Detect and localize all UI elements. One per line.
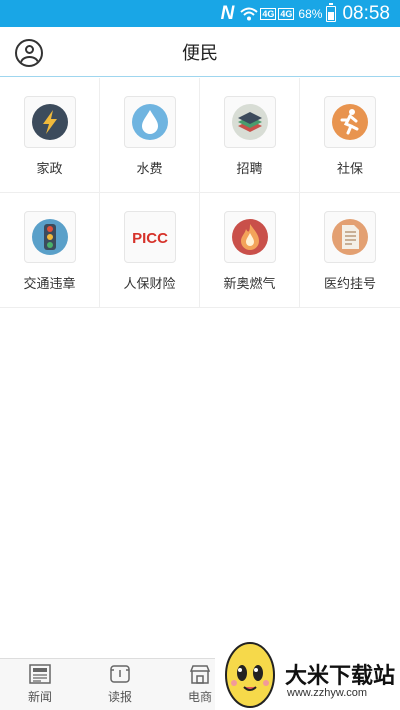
service-label: 人保财险	[123, 277, 176, 292]
service-icon-box	[223, 96, 276, 148]
flame-icon	[231, 219, 268, 255]
service-housekeeping[interactable]: 家政	[0, 78, 100, 193]
user-icon[interactable]	[15, 39, 43, 67]
status-bar: N 4G 4G 68% 08:58	[0, 0, 400, 27]
service-icon-box	[123, 96, 176, 148]
service-gas[interactable]: 新奥燃气	[200, 193, 300, 308]
service-icon-box	[23, 211, 76, 263]
service-label: 社保	[336, 162, 363, 177]
tab-reader[interactable]: 读报	[80, 659, 160, 710]
service-picc-insurance[interactable]: PICC 人保财险	[100, 193, 200, 308]
water-drop-icon	[131, 104, 168, 140]
watermark-text: 大米下载站	[285, 664, 396, 689]
service-label: 交通违章	[23, 277, 76, 292]
service-icon-box	[23, 96, 76, 148]
wifi-icon	[240, 7, 259, 21]
service-label: 医约挂号	[323, 277, 376, 292]
signal-2-icon: 4G	[278, 7, 295, 20]
document-icon	[332, 219, 368, 255]
service-grid: 家政 水费 招聘 社保 交通违章 PICC 人保财险 新奥燃气 医约挂号	[0, 78, 400, 308]
tab-news[interactable]: 新闻	[0, 659, 80, 710]
watermark-url: www.zzhyw.com	[287, 687, 368, 699]
battery-percent: 68%	[298, 6, 323, 21]
traffic-light-icon	[31, 219, 68, 255]
service-label: 新奥燃气	[223, 277, 276, 292]
header: 便民	[0, 27, 400, 77]
service-recruitment[interactable]: 招聘	[200, 78, 300, 193]
service-hospital-appointment[interactable]: 医约挂号	[300, 193, 400, 308]
store-icon	[189, 665, 211, 684]
service-traffic-violation[interactable]: 交通违章	[0, 193, 100, 308]
picc-logo-text: PICC	[132, 230, 168, 247]
tab-label: 新闻	[27, 690, 52, 704]
stack-layers-icon	[231, 104, 268, 140]
service-icon-box: PICC	[123, 211, 176, 263]
running-person-icon	[332, 104, 368, 140]
service-label: 家政	[36, 162, 63, 177]
reader-icon	[110, 665, 130, 683]
picc-logo-icon: PICC	[132, 230, 168, 247]
signal-1-icon: 4G	[260, 7, 277, 20]
newspaper-icon	[29, 664, 51, 684]
watermark: 大米下载站 www.zzhyw.com	[215, 630, 400, 710]
service-icon-box	[324, 211, 376, 263]
service-label: 水费	[136, 162, 163, 177]
clock: 08:58	[342, 2, 390, 24]
lightning-icon	[31, 104, 68, 140]
tab-label: 电商	[187, 690, 212, 704]
egg-mascot-icon	[225, 642, 275, 708]
service-social-security[interactable]: 社保	[300, 78, 400, 193]
tab-label: 读报	[107, 690, 132, 704]
battery-icon	[326, 2, 337, 22]
carrier-icon: N	[220, 2, 235, 24]
service-label: 招聘	[236, 162, 263, 177]
service-icon-box	[324, 96, 376, 148]
service-water-fee[interactable]: 水费	[100, 78, 200, 193]
service-icon-box	[223, 211, 276, 263]
page-title: 便民	[182, 42, 218, 64]
